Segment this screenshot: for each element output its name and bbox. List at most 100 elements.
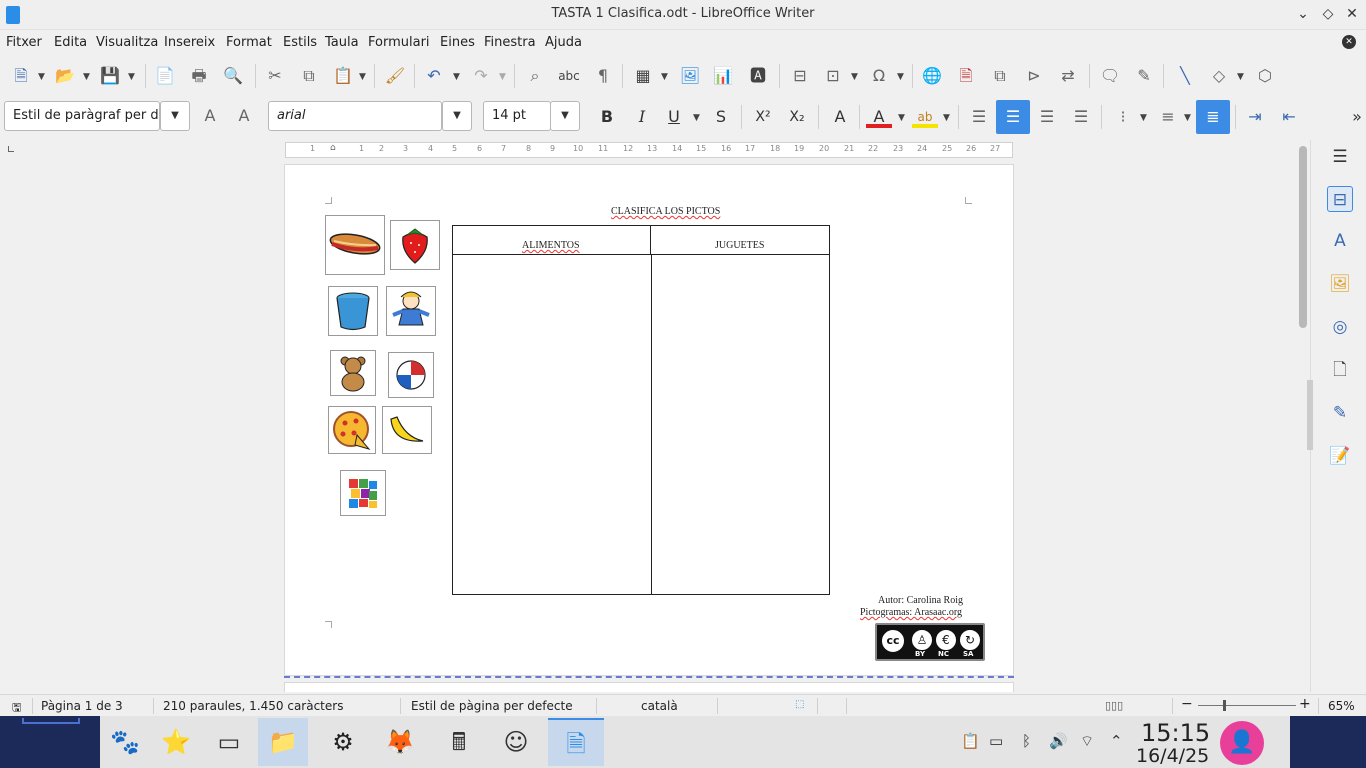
chevron-down-icon[interactable]: ▼ bbox=[160, 101, 190, 131]
chevron-down-icon[interactable]: ▼ bbox=[943, 113, 950, 123]
table-header-cell[interactable]: ALIMENTOS bbox=[453, 226, 651, 255]
increase-indent-icon[interactable]: ⇥ bbox=[1242, 104, 1268, 130]
menu-table[interactable]: Taula bbox=[325, 35, 359, 50]
zoom-out-icon[interactable]: − bbox=[1181, 696, 1193, 712]
terminal-icon[interactable]: ▭ bbox=[204, 718, 254, 766]
insert-table-icon[interactable]: ▦ bbox=[630, 63, 656, 89]
user-avatar-icon[interactable]: 👤 bbox=[1220, 721, 1264, 765]
print-icon[interactable]: 🖶 bbox=[186, 63, 212, 89]
chevron-down-icon[interactable]: ▼ bbox=[359, 72, 366, 82]
chevron-down-icon[interactable]: ▼ bbox=[83, 72, 90, 82]
find-replace-icon[interactable]: ⌕ bbox=[522, 63, 548, 89]
justify-icon[interactable]: ☰ bbox=[1068, 104, 1094, 130]
picto-banana[interactable] bbox=[382, 406, 432, 454]
paragraph-style-field[interactable]: Estil de paràgraf per de bbox=[4, 101, 160, 131]
export-pdf-icon[interactable]: 📄 bbox=[152, 63, 178, 89]
battery-icon[interactable]: ▭ bbox=[989, 732, 1003, 750]
font-name-field[interactable]: arial bbox=[268, 101, 442, 131]
chevron-down-icon[interactable]: ▼ bbox=[661, 72, 668, 82]
menu-window[interactable]: Finestra bbox=[484, 35, 536, 50]
menu-help[interactable]: Ajuda bbox=[545, 35, 582, 50]
word-count[interactable]: 210 paraules, 1.450 caràcters bbox=[163, 699, 343, 713]
horizontal-ruler[interactable]: ⌂ 1 1 2 3 4 5 6 7 8 9 10 11 12 13 14 15 … bbox=[285, 142, 1013, 158]
picto-sandwich[interactable] bbox=[325, 215, 385, 275]
picto-teddy-bear[interactable] bbox=[330, 350, 376, 396]
clear-formatting-icon[interactable]: A bbox=[827, 104, 853, 130]
properties-icon[interactable]: ⊟ bbox=[1327, 186, 1353, 212]
underline-button[interactable]: U bbox=[661, 104, 687, 130]
navigator-icon[interactable]: ◎ bbox=[1327, 314, 1353, 340]
redo-icon[interactable]: ↷ bbox=[468, 63, 494, 89]
track-changes-icon[interactable]: ✎ bbox=[1131, 63, 1157, 89]
page-style[interactable]: Estil de pàgina per defecte bbox=[411, 699, 573, 713]
volume-icon[interactable]: 🔊 bbox=[1049, 732, 1068, 750]
next-page[interactable] bbox=[284, 682, 1014, 692]
subscript-icon[interactable]: X₂ bbox=[784, 104, 810, 130]
undo-icon[interactable]: ↶ bbox=[421, 63, 447, 89]
left-indent-marker[interactable]: ⌂ bbox=[330, 143, 338, 157]
zoom-slider[interactable] bbox=[1198, 705, 1296, 706]
clone-formatting-icon[interactable]: 🖌 bbox=[382, 63, 408, 89]
bookmark-icon[interactable]: ⊳ bbox=[1021, 63, 1047, 89]
language[interactable]: català bbox=[641, 699, 678, 713]
chevron-down-icon[interactable]: ▼ bbox=[499, 72, 506, 82]
chevron-down-icon[interactable]: ▼ bbox=[1237, 72, 1244, 82]
menu-tools[interactable]: Eines bbox=[440, 35, 475, 50]
font-size-field[interactable]: 14 pt bbox=[483, 101, 551, 131]
style-inspector-icon[interactable]: ✎ bbox=[1327, 400, 1353, 426]
hyperlink-icon[interactable]: 🌐 bbox=[919, 63, 945, 89]
chevron-down-icon[interactable]: ▼ bbox=[128, 72, 135, 82]
draw-functions-icon[interactable]: ⬡ bbox=[1252, 63, 1278, 89]
chevron-down-icon[interactable]: ▼ bbox=[693, 113, 700, 123]
outline-format-icon[interactable]: ≣ bbox=[1196, 100, 1230, 134]
basic-shapes-icon[interactable]: ◇ bbox=[1206, 63, 1232, 89]
picto-beach-ball[interactable] bbox=[388, 352, 434, 398]
selection-mode-icon[interactable]: ⬚ bbox=[795, 699, 804, 710]
paste-icon[interactable]: 📋 bbox=[330, 63, 356, 89]
menu-file[interactable]: Fitxer bbox=[6, 35, 42, 50]
align-right-icon[interactable]: ☰ bbox=[1034, 104, 1060, 130]
page-icon[interactable]: 🗋 bbox=[1327, 357, 1353, 383]
special-character-icon[interactable]: Ω bbox=[866, 63, 892, 89]
firefox-icon[interactable]: 🦊 bbox=[375, 718, 425, 766]
save-icon[interactable]: 💾 bbox=[97, 63, 123, 89]
settings-icon[interactable]: ⚙ bbox=[318, 718, 368, 766]
tray-expand-icon[interactable]: ⌃ bbox=[1110, 732, 1123, 750]
picto-puzzle[interactable] bbox=[340, 470, 386, 516]
document-page[interactable]: CLASIFICA LOS PICTOS ALIMENTOS JUGUETES … bbox=[284, 164, 1014, 676]
manage-changes-icon[interactable]: 📝 bbox=[1327, 443, 1353, 469]
more-options-icon[interactable]: » bbox=[1344, 104, 1366, 130]
insert-chart-icon[interactable]: 📊 bbox=[710, 63, 736, 89]
wifi-icon[interactable]: ⌔ bbox=[1080, 732, 1094, 751]
clock-time[interactable]: 15:15 bbox=[1141, 719, 1210, 747]
open-folder-icon[interactable]: 📂 bbox=[52, 63, 78, 89]
close-document-icon[interactable]: ✕ bbox=[1342, 35, 1356, 49]
menu-format[interactable]: Format bbox=[226, 35, 272, 50]
chevron-down-icon[interactable]: ▼ bbox=[550, 101, 580, 131]
page-break-icon[interactable]: ⊟ bbox=[787, 63, 813, 89]
cut-icon[interactable]: ✂ bbox=[262, 63, 288, 89]
zoom-slider-thumb[interactable] bbox=[1223, 700, 1226, 711]
footnote-icon[interactable]: 🗎 bbox=[953, 63, 979, 89]
chevron-down-icon[interactable]: ▼ bbox=[442, 101, 472, 131]
italic-button[interactable]: I bbox=[629, 104, 655, 130]
align-left-icon[interactable]: ☰ bbox=[966, 104, 992, 130]
new-document-icon[interactable]: 🗎 bbox=[8, 63, 34, 89]
chevron-down-icon[interactable]: ▼ bbox=[851, 72, 858, 82]
strikethrough-button[interactable]: S bbox=[708, 104, 734, 130]
clipboard-icon[interactable]: 📋 bbox=[961, 732, 980, 750]
insert-image-icon[interactable]: 🖼 bbox=[677, 63, 703, 89]
chevron-down-icon[interactable]: ▼ bbox=[1184, 113, 1191, 123]
insert-line-icon[interactable]: ╲ bbox=[1172, 63, 1198, 89]
maximize-icon[interactable]: ◇ bbox=[1319, 5, 1337, 23]
superscript-icon[interactable]: X² bbox=[750, 104, 776, 130]
clock-date[interactable]: 16/4/25 bbox=[1136, 745, 1209, 767]
close-icon[interactable]: ✕ bbox=[1343, 5, 1361, 23]
picto-strawberry[interactable] bbox=[390, 220, 440, 270]
page-count[interactable]: Pàgina 1 de 3 bbox=[41, 699, 123, 713]
classification-table[interactable]: ALIMENTOS JUGUETES bbox=[452, 225, 830, 595]
chevron-down-icon[interactable]: ▼ bbox=[1140, 113, 1147, 123]
document-area[interactable]: CLASIFICA LOS PICTOS ALIMENTOS JUGUETES … bbox=[0, 158, 1298, 692]
table-header-cell[interactable]: JUGUETES bbox=[651, 226, 829, 255]
menu-form[interactable]: Formulari bbox=[368, 35, 430, 50]
